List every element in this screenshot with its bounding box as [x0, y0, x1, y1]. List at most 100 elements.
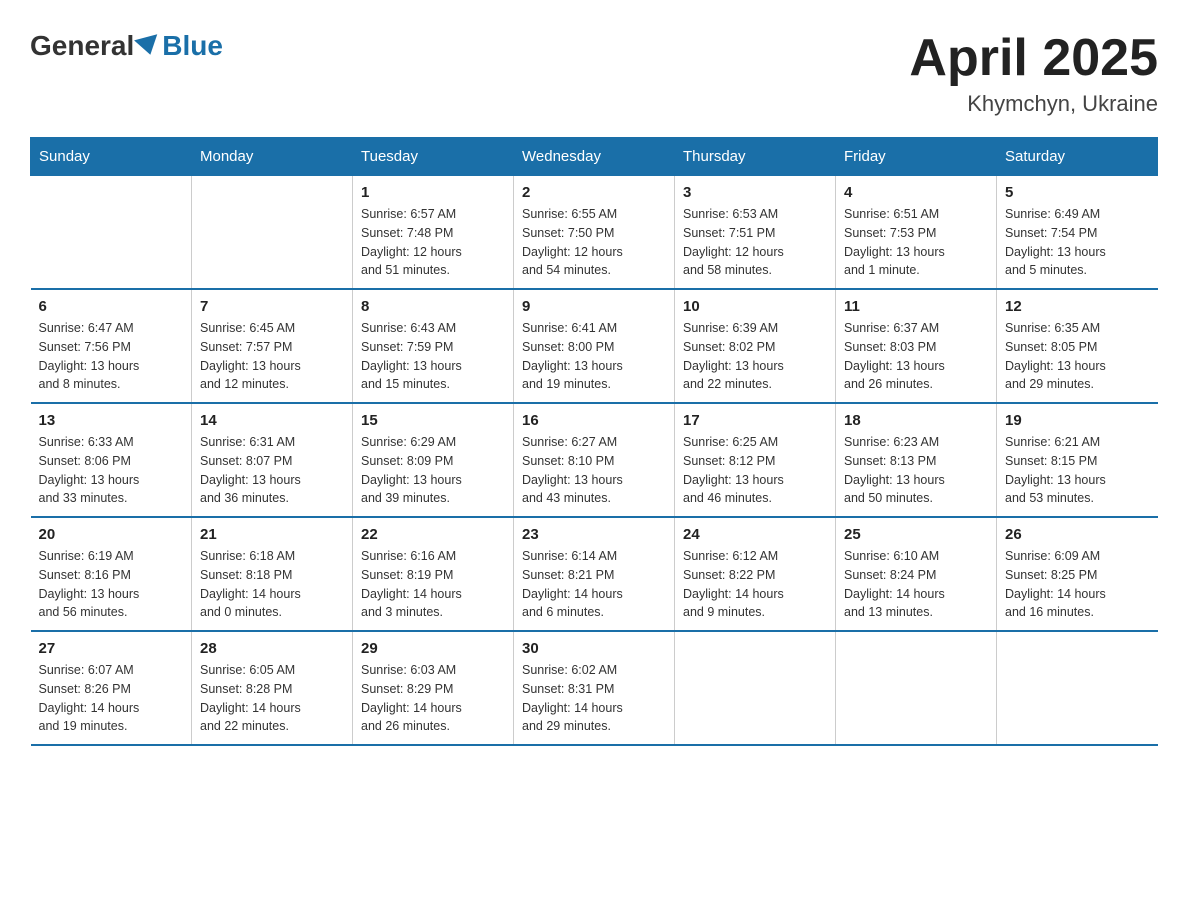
- day-info: Sunrise: 6:47 AM Sunset: 7:56 PM Dayligh…: [39, 319, 184, 394]
- day-info: Sunrise: 6:31 AM Sunset: 8:07 PM Dayligh…: [200, 433, 344, 508]
- calendar-cell: 16 Sunrise: 6:27 AM Sunset: 8:10 PM Dayli…: [514, 403, 675, 517]
- calendar-cell: [997, 631, 1158, 745]
- day-info: Sunrise: 6:07 AM Sunset: 8:26 PM Dayligh…: [39, 661, 184, 736]
- title-section: April 2025 Khymchyn, Ukraine: [909, 30, 1158, 117]
- day-number: 9: [522, 298, 666, 315]
- logo: General Blue: [30, 30, 223, 62]
- day-number: 26: [1005, 526, 1150, 543]
- week-row-5: 27 Sunrise: 6:07 AM Sunset: 8:26 PM Dayli…: [31, 631, 1158, 745]
- day-number: 4: [844, 184, 988, 201]
- page-header: General Blue April 2025 Khymchyn, Ukrain…: [30, 30, 1158, 117]
- day-info: Sunrise: 6:29 AM Sunset: 8:09 PM Dayligh…: [361, 433, 505, 508]
- day-number: 24: [683, 526, 827, 543]
- calendar-cell: 13 Sunrise: 6:33 AM Sunset: 8:06 PM Dayli…: [31, 403, 192, 517]
- day-number: 21: [200, 526, 344, 543]
- location-subtitle: Khymchyn, Ukraine: [909, 91, 1158, 117]
- calendar-cell: 4 Sunrise: 6:51 AM Sunset: 7:53 PM Daylig…: [836, 176, 997, 290]
- day-info: Sunrise: 6:23 AM Sunset: 8:13 PM Dayligh…: [844, 433, 988, 508]
- day-number: 18: [844, 412, 988, 429]
- day-info: Sunrise: 6:19 AM Sunset: 8:16 PM Dayligh…: [39, 547, 184, 622]
- day-number: 16: [522, 412, 666, 429]
- calendar-cell: 20Sunrise: 6:19 AM Sunset: 8:16 PM Dayli…: [31, 517, 192, 631]
- calendar-cell: 6Sunrise: 6:47 AM Sunset: 7:56 PM Daylig…: [31, 289, 192, 403]
- calendar-cell: 19 Sunrise: 6:21 AM Sunset: 8:15 PM Dayli…: [997, 403, 1158, 517]
- day-info: Sunrise: 6:14 AM Sunset: 8:21 PM Dayligh…: [522, 547, 666, 622]
- day-info: Sunrise: 6:43 AM Sunset: 7:59 PM Dayligh…: [361, 319, 505, 394]
- day-number: 30: [522, 640, 666, 657]
- day-number: 5: [1005, 184, 1150, 201]
- calendar-cell: 21Sunrise: 6:18 AM Sunset: 8:18 PM Dayli…: [192, 517, 353, 631]
- day-number: 8: [361, 298, 505, 315]
- day-number: 3: [683, 184, 827, 201]
- day-number: 27: [39, 640, 184, 657]
- calendar-cell: 28 Sunrise: 6:05 AM Sunset: 8:28 PM Dayli…: [192, 631, 353, 745]
- day-number: 14: [200, 412, 344, 429]
- day-number: 7: [200, 298, 344, 315]
- header-row: SundayMondayTuesdayWednesdayThursdayFrid…: [31, 138, 1158, 176]
- week-row-4: 20Sunrise: 6:19 AM Sunset: 8:16 PM Dayli…: [31, 517, 1158, 631]
- week-row-3: 13 Sunrise: 6:33 AM Sunset: 8:06 PM Dayli…: [31, 403, 1158, 517]
- day-number: 15: [361, 412, 505, 429]
- header-cell-monday: Monday: [192, 138, 353, 176]
- logo-general-text: General: [30, 30, 134, 62]
- day-number: 29: [361, 640, 505, 657]
- day-number: 2: [522, 184, 666, 201]
- day-info: Sunrise: 6:51 AM Sunset: 7:53 PM Dayligh…: [844, 205, 988, 280]
- day-info: Sunrise: 6:39 AM Sunset: 8:02 PM Dayligh…: [683, 319, 827, 394]
- header-cell-tuesday: Tuesday: [353, 138, 514, 176]
- day-info: Sunrise: 6:49 AM Sunset: 7:54 PM Dayligh…: [1005, 205, 1150, 280]
- day-info: Sunrise: 6:02 AM Sunset: 8:31 PM Dayligh…: [522, 661, 666, 736]
- day-info: Sunrise: 6:03 AM Sunset: 8:29 PM Dayligh…: [361, 661, 505, 736]
- header-cell-wednesday: Wednesday: [514, 138, 675, 176]
- header-cell-friday: Friday: [836, 138, 997, 176]
- calendar-cell: 9Sunrise: 6:41 AM Sunset: 8:00 PM Daylig…: [514, 289, 675, 403]
- calendar-cell: 2Sunrise: 6:55 AM Sunset: 7:50 PM Daylig…: [514, 176, 675, 290]
- calendar-cell: 22 Sunrise: 6:16 AM Sunset: 8:19 PM Dayli…: [353, 517, 514, 631]
- calendar-cell: 24Sunrise: 6:12 AM Sunset: 8:22 PM Dayli…: [675, 517, 836, 631]
- day-number: 11: [844, 298, 988, 315]
- calendar-cell: 8 Sunrise: 6:43 AM Sunset: 7:59 PM Daylig…: [353, 289, 514, 403]
- calendar-cell: 18 Sunrise: 6:23 AM Sunset: 8:13 PM Dayli…: [836, 403, 997, 517]
- calendar-cell: 27 Sunrise: 6:07 AM Sunset: 8:26 PM Dayli…: [31, 631, 192, 745]
- day-number: 13: [39, 412, 184, 429]
- calendar-cell: 30 Sunrise: 6:02 AM Sunset: 8:31 PM Dayli…: [514, 631, 675, 745]
- day-number: 28: [200, 640, 344, 657]
- calendar-cell: 7 Sunrise: 6:45 AM Sunset: 7:57 PM Daylig…: [192, 289, 353, 403]
- calendar-cell: 15 Sunrise: 6:29 AM Sunset: 8:09 PM Dayli…: [353, 403, 514, 517]
- calendar-cell: 5 Sunrise: 6:49 AM Sunset: 7:54 PM Daylig…: [997, 176, 1158, 290]
- calendar-header: SundayMondayTuesdayWednesdayThursdayFrid…: [31, 138, 1158, 176]
- logo-blue-text: Blue: [162, 30, 223, 62]
- day-info: Sunrise: 6:21 AM Sunset: 8:15 PM Dayligh…: [1005, 433, 1150, 508]
- day-info: Sunrise: 6:25 AM Sunset: 8:12 PM Dayligh…: [683, 433, 827, 508]
- calendar-cell: 29 Sunrise: 6:03 AM Sunset: 8:29 PM Dayli…: [353, 631, 514, 745]
- calendar-cell: [675, 631, 836, 745]
- week-row-1: 1Sunrise: 6:57 AM Sunset: 7:48 PM Daylig…: [31, 176, 1158, 290]
- calendar-cell: 14 Sunrise: 6:31 AM Sunset: 8:07 PM Dayli…: [192, 403, 353, 517]
- day-number: 17: [683, 412, 827, 429]
- day-number: 25: [844, 526, 988, 543]
- day-info: Sunrise: 6:16 AM Sunset: 8:19 PM Dayligh…: [361, 547, 505, 622]
- calendar-cell: [192, 176, 353, 290]
- calendar-cell: 10 Sunrise: 6:39 AM Sunset: 8:02 PM Dayli…: [675, 289, 836, 403]
- week-row-2: 6Sunrise: 6:47 AM Sunset: 7:56 PM Daylig…: [31, 289, 1158, 403]
- calendar-cell: 3 Sunrise: 6:53 AM Sunset: 7:51 PM Daylig…: [675, 176, 836, 290]
- day-info: Sunrise: 6:33 AM Sunset: 8:06 PM Dayligh…: [39, 433, 184, 508]
- day-info: Sunrise: 6:10 AM Sunset: 8:24 PM Dayligh…: [844, 547, 988, 622]
- day-info: Sunrise: 6:27 AM Sunset: 8:10 PM Dayligh…: [522, 433, 666, 508]
- day-info: Sunrise: 6:05 AM Sunset: 8:28 PM Dayligh…: [200, 661, 344, 736]
- calendar-cell: 12Sunrise: 6:35 AM Sunset: 8:05 PM Dayli…: [997, 289, 1158, 403]
- calendar-table: SundayMondayTuesdayWednesdayThursdayFrid…: [30, 137, 1158, 746]
- header-cell-saturday: Saturday: [997, 138, 1158, 176]
- calendar-cell: 23Sunrise: 6:14 AM Sunset: 8:21 PM Dayli…: [514, 517, 675, 631]
- day-number: 22: [361, 526, 505, 543]
- day-number: 1: [361, 184, 505, 201]
- day-info: Sunrise: 6:45 AM Sunset: 7:57 PM Dayligh…: [200, 319, 344, 394]
- header-cell-thursday: Thursday: [675, 138, 836, 176]
- calendar-cell: 11Sunrise: 6:37 AM Sunset: 8:03 PM Dayli…: [836, 289, 997, 403]
- calendar-body: 1Sunrise: 6:57 AM Sunset: 7:48 PM Daylig…: [31, 176, 1158, 746]
- calendar-cell: [31, 176, 192, 290]
- day-number: 10: [683, 298, 827, 315]
- day-number: 12: [1005, 298, 1150, 315]
- day-number: 19: [1005, 412, 1150, 429]
- day-info: Sunrise: 6:53 AM Sunset: 7:51 PM Dayligh…: [683, 205, 827, 280]
